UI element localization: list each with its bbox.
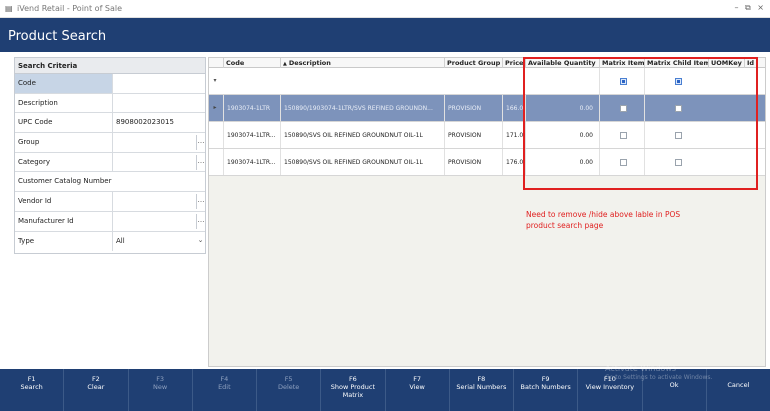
function-key-toolbar: F1 Search F2 Clear F3 New F4 Edit F5 Delete F… — [0, 369, 770, 411]
cell-description: 150890/SVS OIL REFINED GROUNDNUT OIL-1L — [280, 149, 444, 175]
criteria-row-upc[interactable]: UPC Code 8908002023015 — [15, 113, 205, 134]
manufacturer-id-input[interactable] — [113, 212, 205, 231]
view-button[interactable]: F7 View — [386, 369, 450, 411]
group-input[interactable] — [113, 133, 205, 152]
description-input[interactable] — [113, 94, 205, 113]
criteria-row-group[interactable]: Group … — [15, 133, 205, 153]
group-lookup-button[interactable]: … — [196, 135, 205, 151]
new-button[interactable]: F3 New — [129, 369, 193, 411]
criteria-row-vendor[interactable]: Vendor Id … — [15, 192, 205, 212]
clear-button[interactable]: F2 Clear — [64, 369, 129, 411]
criteria-row-type[interactable]: Type All ⌄ — [15, 231, 205, 252]
column-description[interactable]: ▲ Description — [280, 58, 444, 68]
cell-group: PROVISION — [444, 95, 502, 121]
cell-code: 1903074-1LTR... — [223, 149, 280, 175]
search-button[interactable]: F1 Search — [0, 369, 65, 411]
cell-description: 150890/1903074-1LTR/SVS REFINED GROUNDN.… — [280, 95, 444, 121]
criteria-label: Code — [15, 74, 113, 93]
serial-numbers-button[interactable]: F8 Serial Numbers — [450, 369, 514, 411]
criteria-label: Category — [15, 152, 113, 172]
annotation-highlight-box — [523, 57, 758, 190]
criteria-label: Vendor Id — [15, 192, 113, 211]
column-product-group[interactable]: Product Group — [444, 58, 502, 68]
criteria-row-category[interactable]: Category … — [15, 152, 205, 173]
batch-numbers-button[interactable]: F9 Batch Numbers — [514, 369, 579, 411]
chevron-down-icon[interactable]: ⌄ — [196, 234, 205, 249]
cell-group: PROVISION — [444, 149, 502, 175]
type-select[interactable]: All — [113, 232, 205, 252]
vendor-id-input[interactable] — [113, 192, 205, 211]
cell-price: 176.00 — [502, 149, 525, 175]
page-header: Product Search — [0, 18, 770, 52]
window-controls[interactable]: – ⧉ × — [734, 3, 766, 13]
filter-row-icon: ▾ — [213, 77, 217, 84]
current-row-icon: ▸ — [213, 104, 217, 111]
criteria-label: UPC Code — [15, 113, 113, 133]
cell-description: 150890/SVS OIL REFINED GROUNDNUT OIL-1L — [280, 122, 444, 148]
ok-button[interactable]: Ok — [643, 369, 707, 411]
code-input[interactable] — [113, 74, 205, 93]
cell-group: PROVISION — [444, 122, 502, 148]
criteria-label: Manufacturer Id — [15, 211, 113, 231]
upc-code-input[interactable]: 8908002023015 — [113, 113, 205, 132]
show-product-matrix-button[interactable]: F6 Show Product Matrix — [321, 369, 386, 411]
criteria-label: Type — [15, 231, 113, 252]
vendor-lookup-button[interactable]: … — [196, 194, 205, 210]
criteria-label: Description — [15, 93, 113, 113]
criteria-label: Customer Catalog Number — [18, 177, 112, 186]
search-criteria-panel: Search Criteria Code Description UPC Cod… — [14, 57, 206, 254]
criteria-label: Group — [15, 133, 113, 152]
criteria-row-manufacturer[interactable]: Manufacturer Id … — [15, 211, 205, 232]
page-title: Product Search — [8, 29, 107, 44]
delete-button[interactable]: F5 Delete — [257, 369, 322, 411]
sort-asc-icon: ▲ — [283, 61, 287, 67]
cell-price: 171.00 — [502, 122, 525, 148]
cell-code: 1903074-1LTR — [223, 95, 280, 121]
cell-code: 1903074-1LTR... — [223, 122, 280, 148]
window-title: iVend Retail - Point of Sale — [17, 4, 123, 13]
cell-price: 166.00 — [502, 95, 525, 121]
search-criteria-heading: Search Criteria — [15, 58, 205, 74]
view-inventory-button[interactable]: F10 View Inventory — [578, 369, 643, 411]
criteria-row-code[interactable]: Code — [15, 74, 205, 94]
app-icon: ▤ — [5, 4, 13, 13]
column-code[interactable]: Code — [223, 58, 280, 68]
category-input[interactable] — [113, 153, 205, 172]
criteria-row-description[interactable]: Description — [15, 93, 205, 114]
cancel-button[interactable]: Cancel — [707, 369, 770, 411]
edit-button[interactable]: F4 Edit — [193, 369, 257, 411]
column-price[interactable]: Price — [502, 58, 525, 68]
window-titlebar: ▤ iVend Retail - Point of Sale – ⧉ × — [0, 0, 770, 18]
category-lookup-button[interactable]: … — [196, 154, 205, 170]
manufacturer-lookup-button[interactable]: … — [196, 213, 205, 229]
annotation-note: Need to remove /hide above lable in POS … — [526, 210, 681, 230]
criteria-row-catalog[interactable]: Customer Catalog Number — [15, 172, 205, 193]
